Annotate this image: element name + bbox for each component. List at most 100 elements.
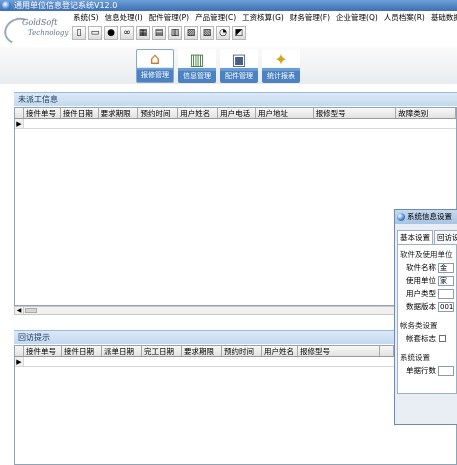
- menu-bar: 系统(S) 信息处理(I) 配件管理(P) 产品管理(C) 工资核算(G) 财务…: [70, 12, 457, 24]
- user-type-input[interactable]: [438, 288, 454, 299]
- software-name-input[interactable]: 金: [438, 262, 454, 273]
- column-header[interactable]: 接件日期: [61, 108, 99, 118]
- column-header[interactable]: 用户电话: [218, 108, 256, 118]
- field-label: 使用单位: [406, 276, 436, 285]
- menu-base-data[interactable]: 基础数据(J): [428, 12, 457, 24]
- row-marker-icon: ▶: [15, 357, 24, 366]
- column-header[interactable]: 报修型号: [314, 108, 397, 118]
- field-user-unit: 使用单位 家: [406, 275, 454, 286]
- logo-line-2: Technology: [28, 29, 69, 37]
- nav-info-management[interactable]: ▥ 信息管理: [178, 49, 216, 83]
- module-nav: ⌂ 报修管理 ▥ 信息管理 ▣ 配件管理 ✦ 统计报表: [136, 49, 300, 83]
- table-row[interactable]: ▶: [15, 357, 456, 367]
- menu-products[interactable]: 产品管理(C): [192, 12, 239, 24]
- column-header[interactable]: 预约时间: [222, 346, 262, 356]
- nav-label: 统计报表: [262, 71, 300, 81]
- report-icon[interactable]: ▧: [200, 26, 214, 40]
- field-label: 帐套标志: [406, 334, 436, 343]
- tab-followup-settings[interactable]: 回访设: [434, 230, 457, 244]
- logo-line-1: GoldSoft: [22, 18, 58, 27]
- menu-staff[interactable]: 人员档案(R): [381, 12, 428, 24]
- system-settings-dialog: 系统信息设置 基本设置 回访设 软件及使用单位 软件名称 金 使用单位 家 用户…: [394, 209, 457, 425]
- document-icon[interactable]: ▯: [72, 26, 86, 40]
- column-header[interactable]: 接件日期: [62, 346, 102, 356]
- pending-section-title: 未派工信息: [14, 92, 457, 106]
- field-account-flag: 帐套标志: [406, 333, 454, 344]
- pending-hscrollbar[interactable]: ◀: [14, 306, 457, 315]
- menu-system[interactable]: 系统(S): [70, 12, 102, 24]
- nav-reports[interactable]: ✦ 统计报表: [262, 49, 300, 83]
- field-data-version: 数据版本 001: [406, 301, 454, 312]
- group-software-unit: 软件及使用单位: [400, 250, 453, 259]
- column-header[interactable]: 用户地址: [256, 108, 314, 118]
- column-header[interactable]: 要求期限: [99, 108, 139, 118]
- dialog-title-bar[interactable]: 系统信息设置: [395, 210, 457, 224]
- image-icon[interactable]: ▦: [136, 26, 150, 40]
- tab-basic-settings[interactable]: 基本设置: [397, 230, 433, 244]
- sheet-icon[interactable]: ▥: [168, 26, 182, 40]
- scroll-thumb[interactable]: [25, 308, 37, 313]
- row-marker-icon: ▶: [15, 119, 24, 128]
- info-icon[interactable]: ●: [104, 26, 118, 40]
- menu-enterprise[interactable]: 企业管理(Q): [333, 12, 381, 24]
- followup-grid[interactable]: 接件单号 接件日期 派单日期 完工日期 要求期限 预约时间 用户姓名 报修型号 …: [14, 345, 457, 465]
- account-flag-checkbox[interactable]: [439, 335, 446, 342]
- star-icon: ✦: [274, 50, 288, 69]
- dialog-title: 系统信息设置: [407, 212, 452, 221]
- column-header[interactable]: 报修型号: [298, 346, 380, 356]
- pending-grid-header: 接件单号 接件日期 要求期限 预约时间 用户姓名 用户电话 用户地址 报修型号 …: [15, 108, 456, 119]
- field-rows: 单据行数: [406, 365, 454, 376]
- followup-grid-header: 接件单号 接件日期 派单日期 完工日期 要求期限 预约时间 用户姓名 报修型号 …: [15, 346, 456, 357]
- column-header[interactable]: 接件单号: [24, 346, 62, 356]
- export-icon[interactable]: ▨: [184, 26, 198, 40]
- nav-label: 配件管理: [220, 71, 258, 81]
- exit-icon[interactable]: ◩: [232, 26, 246, 40]
- column-header[interactable]: 完工日期: [142, 346, 182, 356]
- nav-parts-management[interactable]: ▣ 配件管理: [220, 49, 258, 83]
- data-version-input[interactable]: 001: [438, 301, 454, 312]
- window-title-bar: 通用单位信息登记系统V12.0: [0, 0, 457, 11]
- field-label: 软件名称: [406, 263, 436, 272]
- column-header[interactable]: 用户姓名: [178, 108, 219, 118]
- company-logo: GoldSoft Technology: [0, 12, 69, 49]
- followup-section-title: 回访提示: [14, 330, 457, 344]
- user-unit-input[interactable]: 家: [438, 275, 454, 286]
- scroll-left-icon[interactable]: ◀: [15, 307, 24, 314]
- books-icon: ▥: [189, 50, 205, 69]
- dialog-tabs: 基本设置 回访设: [395, 230, 457, 244]
- menu-parts[interactable]: 配件管理(P): [146, 12, 192, 24]
- box-icon: ▣: [231, 50, 247, 69]
- menu-finance[interactable]: 财务管理(F): [287, 12, 333, 24]
- column-header[interactable]: 派单日期: [102, 346, 142, 356]
- column-header[interactable]: 接件单号: [24, 108, 61, 118]
- header-corner: [15, 108, 24, 118]
- app-icon: [2, 1, 11, 10]
- column-header[interactable]: 用户姓名: [262, 346, 298, 356]
- rows-input[interactable]: [438, 365, 454, 376]
- dialog-app-icon: [397, 213, 405, 221]
- column-header[interactable]: 预约时间: [138, 108, 179, 118]
- window-title: 通用单位信息登记系统V12.0: [14, 1, 118, 10]
- nav-label: 信息管理: [178, 71, 216, 81]
- table-row[interactable]: ▶: [15, 119, 456, 129]
- menu-payroll[interactable]: 工资核算(G): [239, 12, 287, 24]
- menu-info-processing[interactable]: 信息处理(I): [102, 12, 146, 24]
- pending-grid[interactable]: 接件单号 接件日期 要求期限 预约时间 用户姓名 用户电话 用户地址 报修型号 …: [14, 107, 457, 306]
- nav-repair-management[interactable]: ⌂ 报修管理: [136, 49, 174, 83]
- preview-icon[interactable]: ▭: [88, 26, 102, 40]
- search-icon[interactable]: ◔: [216, 26, 230, 40]
- grid-icon[interactable]: ▤: [152, 26, 166, 40]
- field-user-type: 用户类型: [406, 288, 454, 299]
- toolbar: ▯ ▭ ● ∞ ▦ ▤ ▥ ▨ ▧ ◔ ◩: [72, 26, 246, 40]
- field-label: 数据版本: [406, 302, 436, 311]
- group-account-settings: 帐务类设置: [400, 321, 438, 330]
- column-header[interactable]: [380, 346, 394, 356]
- house-icon: ⌂: [149, 49, 161, 68]
- group-display-settings: 系统设置: [400, 353, 430, 362]
- header-corner: [15, 346, 24, 356]
- column-header[interactable]: 故障类别: [396, 108, 456, 118]
- binoculars-icon[interactable]: ∞: [120, 26, 134, 40]
- nav-label: 报修管理: [137, 70, 173, 80]
- column-header[interactable]: 要求期限: [182, 346, 222, 356]
- dialog-panel: 软件及使用单位 软件名称 金 使用单位 家 用户类型 数据版本 001 帐务类设…: [397, 244, 457, 394]
